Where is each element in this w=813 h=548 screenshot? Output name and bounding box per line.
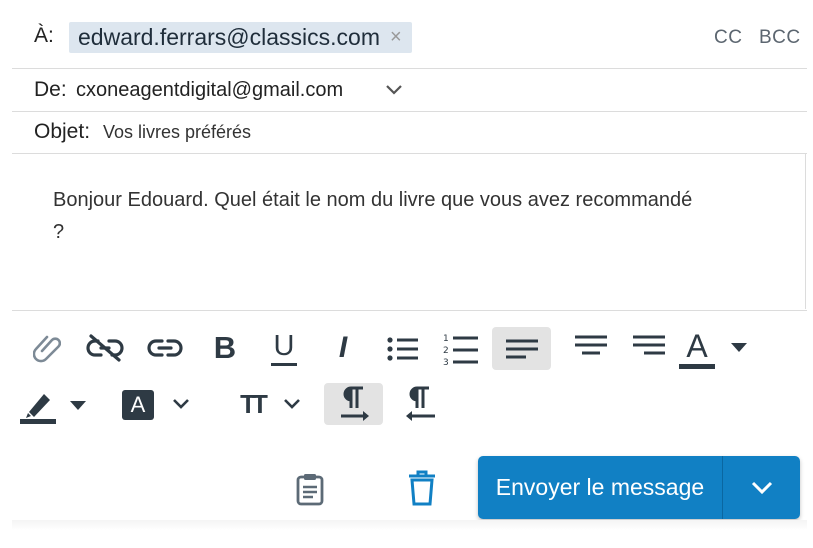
font-color-icon[interactable]: A [678, 326, 716, 372]
svg-text:2: 2 [443, 346, 449, 356]
clipboard-icon[interactable] [293, 470, 327, 508]
highlight-icon[interactable] [18, 386, 58, 426]
subject-label: Objet: [34, 120, 91, 143]
underline-glyph: U [273, 329, 295, 362]
send-button-group: Envoyer le message [478, 456, 800, 519]
bcc-button[interactable]: BCC [759, 27, 801, 49]
align-center-icon[interactable] [569, 330, 613, 362]
highlight-dropdown-icon[interactable] [68, 398, 88, 414]
toolbar-divider [12, 310, 807, 311]
svg-text:1: 1 [443, 334, 449, 344]
send-button[interactable]: Envoyer le message [478, 456, 723, 519]
text-background-icon[interactable]: A [122, 390, 154, 420]
rtl-icon[interactable] [400, 384, 440, 424]
bold-icon[interactable]: B [209, 330, 241, 366]
highlight-swatch [20, 418, 56, 424]
font-size-dropdown-icon[interactable] [281, 396, 303, 412]
subject-row: Objet: Vos livres préférés [12, 112, 807, 154]
from-select[interactable]: cxoneagentdigital@gmail.com [76, 79, 343, 102]
recipient-chip[interactable]: edward.ferrars@classics.com × [69, 22, 412, 53]
font-color-dropdown-icon[interactable] [729, 340, 749, 356]
unlink-icon[interactable] [86, 332, 124, 364]
delete-icon[interactable] [404, 468, 440, 508]
align-left-icon[interactable] [492, 327, 551, 370]
chevron-down-icon[interactable] [384, 79, 404, 99]
from-row: De: cxoneagentdigital@gmail.com [12, 69, 807, 112]
text-background-dropdown-icon[interactable] [170, 396, 192, 412]
message-body[interactable]: Bonjour Edouard. Quel était le nom du li… [12, 154, 806, 309]
from-label: De: [34, 78, 67, 101]
ltr-icon[interactable] [324, 383, 383, 425]
font-size-icon[interactable]: TT [234, 388, 270, 420]
italic-icon[interactable]: I [327, 330, 359, 366]
underline-icon[interactable]: U [268, 328, 300, 368]
remove-recipient-icon[interactable]: × [390, 26, 402, 49]
send-options-button[interactable] [723, 456, 800, 519]
font-color-swatch [679, 364, 715, 369]
numbered-list-icon[interactable]: 1 2 3 [442, 331, 480, 367]
align-right-icon[interactable] [627, 330, 671, 362]
svg-text:3: 3 [443, 358, 449, 366]
subject-input[interactable]: Vos livres préférés [103, 122, 251, 143]
cc-button[interactable]: CC [714, 27, 742, 49]
font-color-glyph: A [686, 328, 708, 364]
underline-bar [271, 362, 297, 366]
link-icon[interactable] [146, 332, 184, 364]
message-text[interactable]: Bonjour Edouard. Quel était le nom du li… [53, 184, 693, 248]
bullet-list-icon[interactable] [385, 333, 421, 365]
attach-icon[interactable] [32, 330, 62, 364]
to-label: À: [34, 24, 54, 47]
to-row: À: edward.ferrars@classics.com × CC BCC [12, 0, 807, 69]
chevron-down-icon [751, 481, 772, 494]
recipient-email: edward.ferrars@classics.com [78, 24, 380, 50]
footer-shadow [12, 520, 807, 530]
